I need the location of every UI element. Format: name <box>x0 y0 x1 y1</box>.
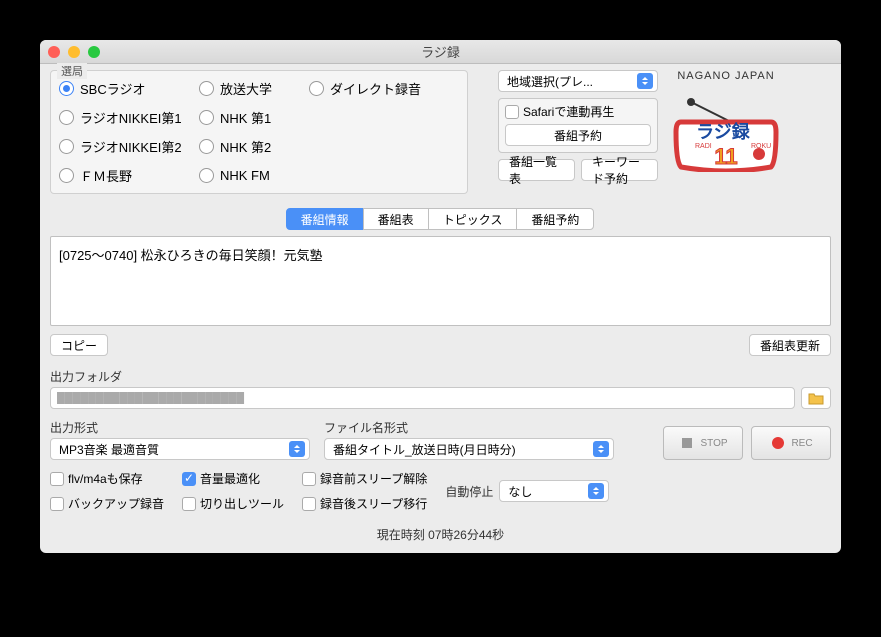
output-folder-label: 出力フォルダ <box>50 368 831 385</box>
radio-logo-icon: ラジ録 RADI ROKU 11 <box>671 82 781 172</box>
chevron-updown-icon <box>593 441 609 457</box>
station-radio[interactable]: 放送大学 <box>199 79 309 98</box>
svg-text:11: 11 <box>714 144 737 169</box>
auto-stop-label: 自動停止 <box>445 483 493 500</box>
station-label: ラジオNIKKEI第1 <box>80 108 182 127</box>
station-group: 選局 SBCラジオ放送大学ダイレクト録音ラジオNIKKEI第1NHK 第1ラジオ… <box>50 70 468 194</box>
logo-caption: NAGANO JAPAN <box>666 70 786 82</box>
volume-checkbox[interactable]: 音量最適化 <box>182 470 284 487</box>
program-info-box: [0725〜0740] 松永ひろきの毎日笑顔！元気塾 <box>50 236 831 326</box>
postsleep-checkbox[interactable]: 録音後スリープ移行 <box>302 495 427 512</box>
station-radio[interactable]: ラジオNIKKEI第2 <box>59 137 199 156</box>
backup-checkbox[interactable]: バックアップ録音 <box>50 495 164 512</box>
chevron-updown-icon <box>588 483 604 499</box>
update-schedule-button[interactable]: 番組表更新 <box>749 334 831 356</box>
station-legend: 選局 <box>57 63 87 79</box>
filename-format-label: ファイル名形式 <box>324 419 614 436</box>
keyword-reserve-button[interactable]: キーワード予約 <box>581 159 658 181</box>
logo-area: NAGANO JAPAN ラジ録 RADI ROKU 11 <box>666 70 786 175</box>
station-label: 放送大学 <box>220 79 272 98</box>
station-radio[interactable]: ラジオNIKKEI第1 <box>59 108 199 127</box>
station-radio[interactable]: NHK 第1 <box>199 108 309 127</box>
station-label: ＦＭ長野 <box>80 166 132 185</box>
svg-text:RADI: RADI <box>695 143 712 150</box>
titlebar: ラジ録 <box>40 40 841 64</box>
program-list-button[interactable]: 番組一覧表 <box>498 159 575 181</box>
folder-icon <box>808 391 824 405</box>
cutout-checkbox[interactable]: 切り出しツール <box>182 495 284 512</box>
region-select-value: 地域選択(プレ... <box>507 73 593 90</box>
output-folder-input[interactable] <box>50 387 795 409</box>
program-info-text: [0725〜0740] 松永ひろきの毎日笑顔！元気塾 <box>59 248 323 263</box>
tab-2[interactable]: トピックス <box>428 208 518 230</box>
tab-0[interactable]: 番組情報 <box>286 208 364 230</box>
filename-format-select[interactable]: 番組タイトル_放送日時(月日時分) <box>324 438 614 460</box>
content-tabs: 番組情報番組表トピックス番組予約 <box>50 208 831 230</box>
station-label: ダイレクト録音 <box>330 79 421 98</box>
station-label: NHK 第1 <box>220 108 271 127</box>
tab-1[interactable]: 番組表 <box>363 208 429 230</box>
browse-folder-button[interactable] <box>801 387 831 409</box>
prewake-checkbox[interactable]: 録音前スリープ解除 <box>302 470 427 487</box>
station-label: NHK FM <box>220 168 270 183</box>
output-format-value: MP3音楽 最適音質 <box>59 441 159 458</box>
filename-format-value: 番組タイトル_放送日時(月日時分) <box>333 441 516 458</box>
reserve-button[interactable]: 番組予約 <box>505 124 651 146</box>
auto-stop-value: なし <box>508 483 532 500</box>
station-radio[interactable]: ダイレクト録音 <box>309 79 459 98</box>
station-label: ラジオNIKKEI第2 <box>80 137 182 156</box>
safari-group: Safariで連動再生 番組予約 <box>498 98 658 153</box>
flv-checkbox[interactable]: flv/m4aも保存 <box>50 470 164 487</box>
record-icon <box>769 434 787 452</box>
copy-button[interactable]: コピー <box>50 334 108 356</box>
station-radio[interactable]: SBCラジオ <box>59 79 199 98</box>
current-time: 現在時刻 07時26分44秒 <box>50 526 831 543</box>
region-select[interactable]: 地域選択(プレ... <box>498 70 658 92</box>
tab-3[interactable]: 番組予約 <box>516 208 594 230</box>
auto-stop-select[interactable]: なし <box>499 480 609 502</box>
station-radio[interactable]: NHK FM <box>199 166 309 185</box>
station-label: NHK 第2 <box>220 137 271 156</box>
stop-button[interactable]: STOP <box>663 426 743 460</box>
station-radio[interactable]: NHK 第2 <box>199 137 309 156</box>
stop-icon <box>678 434 696 452</box>
chevron-updown-icon <box>637 73 653 89</box>
chevron-updown-icon <box>289 441 305 457</box>
svg-text:ラジ録: ラジ録 <box>696 121 751 142</box>
output-format-label: 出力形式 <box>50 419 310 436</box>
safari-checkbox[interactable]: Safariで連動再生 <box>505 103 651 120</box>
safari-checkbox-label: Safariで連動再生 <box>523 103 614 120</box>
window-title: ラジ録 <box>40 42 841 61</box>
app-window: ラジ録 選局 SBCラジオ 放送大学 ダイレクト録音ラジオNIKKEI第1 NHK 第… <box>40 40 841 553</box>
output-format-select[interactable]: MP3音楽 最適音質 <box>50 438 310 460</box>
station-radio[interactable]: ＦＭ長野 <box>59 166 199 185</box>
record-button[interactable]: REC <box>751 426 831 460</box>
station-label: SBCラジオ <box>80 79 145 98</box>
